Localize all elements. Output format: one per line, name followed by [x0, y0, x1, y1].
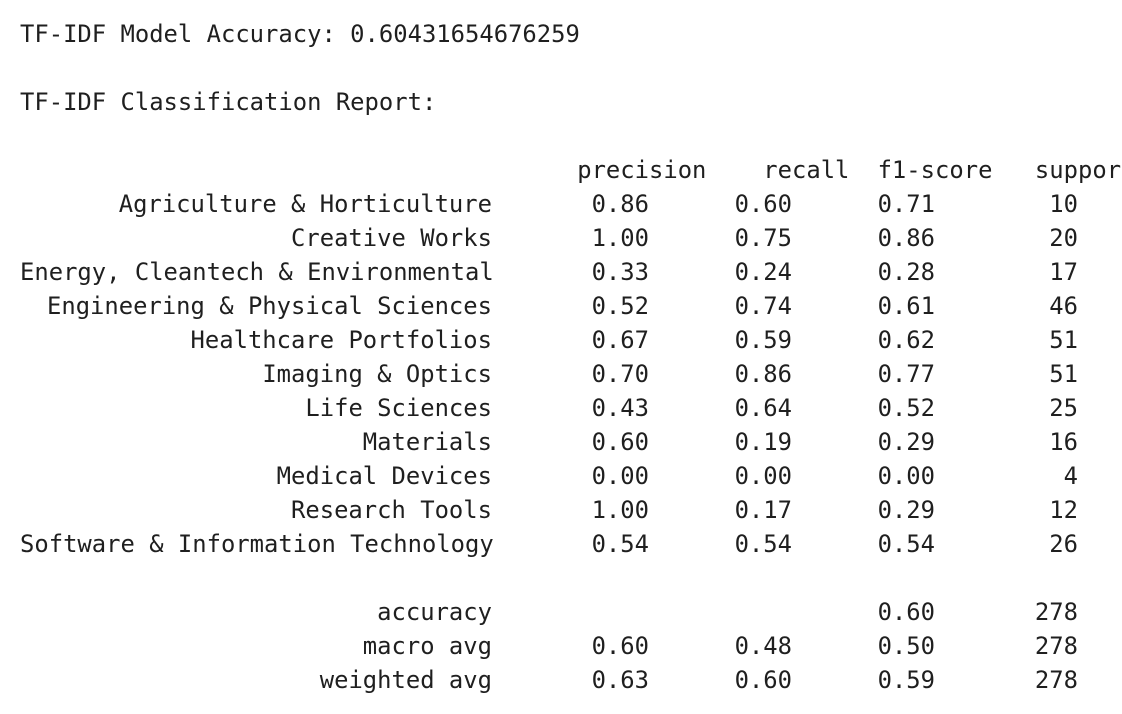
recall-value: 0.19 [734, 428, 792, 456]
precision-value: 0.52 [591, 292, 649, 320]
class-row: Creative Works 1.00 0.75 0.86 20 [20, 221, 1122, 255]
header-precision: precision [577, 156, 707, 184]
f1-score-value: 0.50 [877, 632, 935, 660]
support-value: 278 [1034, 632, 1078, 660]
row-label: Energy, Cleantech & Environmental [20, 258, 494, 286]
precision-value: 0.43 [591, 394, 649, 422]
recall-value: 0.60 [734, 190, 792, 218]
classification-report-output: TF-IDF Model Accuracy: 0.60431654676259 … [20, 17, 1122, 697]
f1-score-value: 0.60 [877, 598, 935, 626]
row-label: weighted avg [319, 666, 492, 694]
support-value: 10 [1049, 190, 1078, 218]
support-value: 26 [1049, 530, 1078, 558]
recall-value: 0.24 [734, 258, 792, 286]
support-value: 46 [1049, 292, 1078, 320]
summary-rows: accuracy 0.60 278 macro avg 0.60 0.48 0.50 278 w… [20, 595, 1122, 697]
class-row: Medical Devices 0.00 0.00 0.00 4 [20, 459, 1122, 493]
class-row: Imaging & Optics 0.70 0.86 0.77 51 [20, 357, 1122, 391]
precision-value: 0.60 [591, 428, 649, 456]
support-value: 17 [1049, 258, 1078, 286]
support-value: 16 [1049, 428, 1078, 456]
f1-score-value: 0.29 [877, 428, 935, 456]
support-value: 51 [1049, 326, 1078, 354]
class-row: Healthcare Portfolios 0.67 0.59 0.62 51 [20, 323, 1122, 357]
class-row: Agriculture & Horticulture 0.86 0.60 0.71 10 [20, 187, 1122, 221]
class-row: Research Tools 1.00 0.17 0.29 12 [20, 493, 1122, 527]
accuracy-line: TF-IDF Model Accuracy: 0.60431654676259 [20, 20, 580, 48]
precision-value: 0.63 [591, 666, 649, 694]
precision-value: 1.00 [591, 496, 649, 524]
precision-value: 0.67 [591, 326, 649, 354]
row-label: Imaging & Optics [262, 360, 492, 388]
support-value: 12 [1049, 496, 1078, 524]
row-label: Agriculture & Horticulture [118, 190, 492, 218]
recall-value: 0.54 [734, 530, 792, 558]
f1-score-value: 0.52 [877, 394, 935, 422]
f1-score-value: 0.71 [877, 190, 935, 218]
class-row: Engineering & Physical Sciences 0.52 0.74 0… [20, 289, 1122, 323]
precision-value: 0.70 [591, 360, 649, 388]
class-row: Materials 0.60 0.19 0.29 16 [20, 425, 1122, 459]
support-value: 4 [1063, 462, 1078, 490]
support-value: 278 [1034, 666, 1078, 694]
row-label: accuracy [377, 598, 492, 626]
header-f1-score: f1-score [877, 156, 993, 184]
precision-value: 1.00 [591, 224, 649, 252]
recall-value: 0.74 [734, 292, 792, 320]
recall-value: 0.75 [734, 224, 792, 252]
summary-row: weighted avg 0.63 0.60 0.59 278 [20, 663, 1122, 697]
support-value: 25 [1049, 394, 1078, 422]
precision-value: 0.33 [591, 258, 649, 286]
class-rows: Agriculture & Horticulture 0.86 0.60 0.71 10… [20, 187, 1122, 561]
row-label: Life Sciences [305, 394, 492, 422]
f1-score-value: 0.86 [877, 224, 935, 252]
recall-value: 0.00 [734, 462, 792, 490]
class-row: Life Sciences 0.43 0.64 0.52 25 [20, 391, 1122, 425]
report-header-row: precision recall f1-score support [20, 119, 1122, 184]
row-label: Materials [362, 428, 492, 456]
f1-score-value: 0.61 [877, 292, 935, 320]
row-label: macro avg [362, 632, 492, 660]
recall-value: 0.60 [734, 666, 792, 694]
summary-row: accuracy 0.60 278 [20, 595, 1122, 629]
summary-row: macro avg 0.60 0.48 0.50 278 [20, 629, 1122, 663]
precision-value: 0.60 [591, 632, 649, 660]
row-label: Engineering & Physical Sciences [46, 292, 492, 320]
row-label: Creative Works [291, 224, 492, 252]
f1-score-value: 0.29 [877, 496, 935, 524]
recall-value: 0.59 [734, 326, 792, 354]
f1-score-value: 0.77 [877, 360, 935, 388]
recall-value: 0.86 [734, 360, 792, 388]
recall-value: 0.17 [734, 496, 792, 524]
precision-value: 0.00 [591, 462, 649, 490]
header-support: support [1034, 156, 1122, 184]
row-label: Medical Devices [276, 462, 492, 490]
header-recall: recall [763, 156, 850, 184]
support-value: 278 [1034, 598, 1078, 626]
class-row: Software & Information Technology 0.54 0.5… [20, 527, 1122, 561]
precision-value: 0.86 [591, 190, 649, 218]
recall-value: 0.48 [734, 632, 792, 660]
f1-score-value: 0.28 [877, 258, 935, 286]
row-label: Healthcare Portfolios [190, 326, 492, 354]
row-label: Research Tools [291, 496, 492, 524]
f1-score-value: 0.59 [877, 666, 935, 694]
report-title: TF-IDF Classification Report: [20, 88, 437, 116]
precision-value: 0.54 [591, 530, 649, 558]
row-label: Software & Information Technology [20, 530, 494, 558]
f1-score-value: 0.62 [877, 326, 935, 354]
support-value: 20 [1049, 224, 1078, 252]
f1-score-value: 0.54 [877, 530, 935, 558]
f1-score-value: 0.00 [877, 462, 935, 490]
support-value: 51 [1049, 360, 1078, 388]
recall-value: 0.64 [734, 394, 792, 422]
class-row: Energy, Cleantech & Environmental 0.33 0.2… [20, 255, 1122, 289]
